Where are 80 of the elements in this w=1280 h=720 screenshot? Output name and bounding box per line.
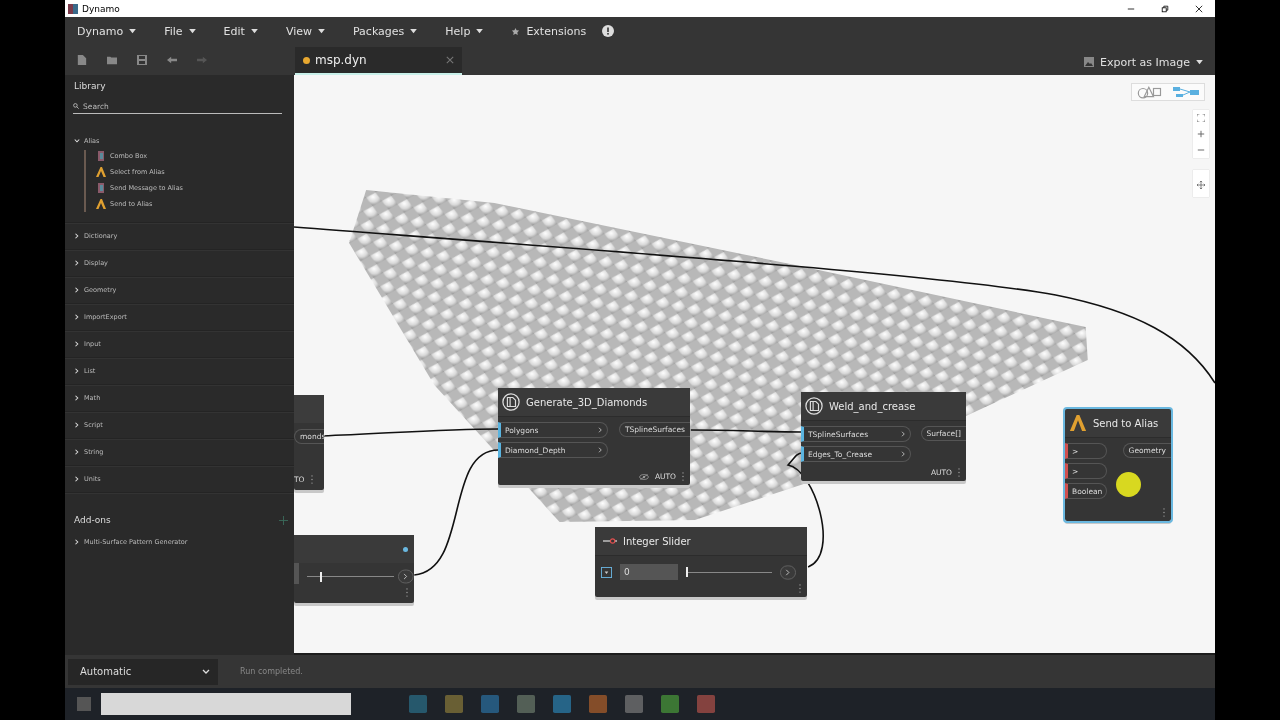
chevron-icon (74, 341, 80, 347)
tab-label: msp.dyn (315, 53, 367, 67)
caret-icon (1196, 59, 1203, 65)
add-icon[interactable] (279, 515, 288, 525)
pan-icon[interactable] (1197, 181, 1205, 189)
chevron-icon (74, 539, 80, 545)
zoom-out-icon[interactable] (1197, 146, 1205, 154)
menu-item[interactable]: Packages (353, 24, 424, 38)
fit-view-icon[interactable] (1197, 114, 1205, 122)
chevron-icon (74, 287, 80, 293)
caret-icon (129, 28, 137, 34)
slider-value-field[interactable]: 0 (620, 564, 678, 580)
node-title: Generate_3D_Diamonds (526, 396, 648, 408)
graph-node[interactable]: Integer Slider 0 (595, 527, 807, 597)
chevron-icon (74, 233, 80, 239)
node-icon (96, 183, 106, 193)
file-tab[interactable]: msp.dyn (295, 47, 462, 75)
slider-icon (603, 537, 617, 545)
caret-icon (318, 28, 325, 34)
chevron-icon (74, 476, 80, 482)
hidden-preview-icon[interactable] (638, 473, 649, 480)
menu-item[interactable]: Extensions (511, 24, 593, 38)
window-title: Dynamo (82, 3, 120, 14)
slider-thumb[interactable] (320, 571, 323, 582)
app-icon (68, 3, 78, 14)
more-icon[interactable] (310, 475, 313, 484)
close-icon[interactable] (1195, 4, 1203, 13)
node-title: Integer Slider (623, 535, 691, 547)
alias-logo-icon (96, 167, 106, 177)
menu-item[interactable]: Dynamo (77, 24, 143, 38)
image-icon (1084, 57, 1095, 67)
undo-icon[interactable] (167, 55, 177, 65)
chevron-icon (202, 668, 210, 675)
custom-node-icon (502, 393, 520, 411)
node-title: Send to Alias (1093, 417, 1159, 429)
chevron-icon (74, 314, 80, 320)
caret-icon (476, 28, 484, 34)
new-file-icon[interactable] (77, 55, 87, 65)
chevron-icon (74, 260, 80, 266)
custom-node-icon (805, 397, 823, 415)
redo-icon[interactable] (197, 55, 207, 65)
chevron-icon (901, 431, 906, 437)
library-title: Library (73, 80, 107, 93)
caret-icon (250, 28, 258, 34)
graph-node[interactable] (294, 535, 414, 603)
chevron-icon (74, 138, 80, 144)
menu-item[interactable]: File (164, 24, 202, 38)
search-icon (73, 103, 79, 109)
caret-icon (188, 28, 196, 34)
chevron-icon (74, 449, 80, 455)
node-icon (96, 151, 106, 161)
menu-item[interactable]: Edit (223, 24, 264, 38)
start-icon[interactable] (77, 697, 91, 711)
alias-logo-icon (96, 199, 106, 209)
output-port-icon[interactable] (780, 564, 796, 580)
zoom-in-icon[interactable] (1197, 130, 1205, 138)
status-dot (403, 546, 408, 552)
taskbar-search-field[interactable] (101, 693, 351, 715)
caret-icon (410, 28, 418, 34)
alias-logo-icon (1069, 414, 1087, 432)
addons-title: Add-ons (74, 515, 111, 525)
run-mode-dropdown[interactable]: Automatic (68, 658, 218, 685)
chevron-icon (598, 427, 603, 433)
chevron-icon (901, 451, 906, 457)
folder-icon[interactable] (107, 55, 117, 65)
export-image-button[interactable]: Export as Image (1080, 51, 1215, 69)
status-text: Run completed. (240, 667, 303, 676)
chevron-icon (74, 422, 80, 428)
chevron-icon (74, 368, 80, 374)
restore-icon[interactable] (1161, 4, 1169, 13)
output-port-icon[interactable] (398, 569, 414, 584)
node-title: Weld_and_crease (829, 400, 916, 412)
view-toggle[interactable] (1131, 83, 1205, 101)
save-icon[interactable] (137, 55, 147, 65)
menu-item[interactable]: View (285, 24, 331, 38)
alert-icon[interactable] (602, 25, 615, 37)
chevron-icon (598, 447, 603, 453)
chevron-icon (74, 395, 80, 401)
expand-toggle-icon[interactable] (601, 566, 612, 578)
menu-item[interactable]: Help (445, 24, 490, 38)
